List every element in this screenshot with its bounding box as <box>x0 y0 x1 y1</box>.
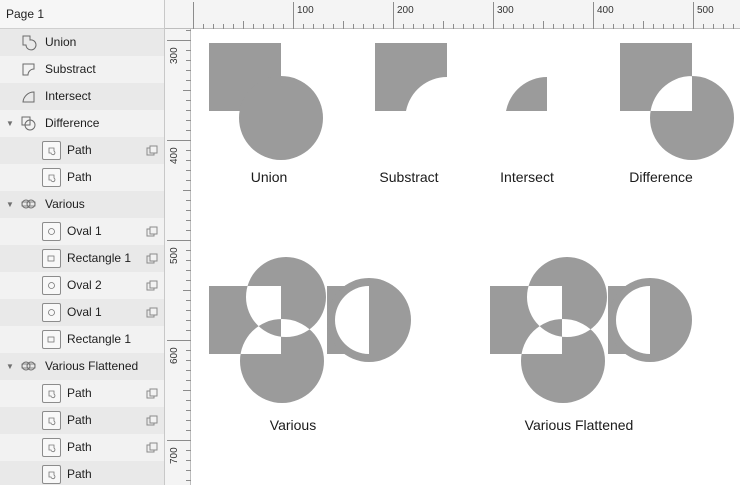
oval-thumbnail-icon <box>42 222 61 241</box>
layer-name: Various <box>45 197 85 211</box>
ruler-label: 400 <box>597 5 614 16</box>
layer-name: Oval 1 <box>67 224 102 238</box>
layer-row[interactable]: Oval 1 <box>0 218 164 245</box>
oval-thumbnail-icon <box>42 276 61 295</box>
layer-row[interactable]: Union <box>0 29 164 56</box>
ruler-label: 500 <box>697 5 714 16</box>
various-shape[interactable] <box>209 257 411 403</box>
layer-name: Various Flattened <box>45 359 139 373</box>
various-flattened-shape[interactable] <box>490 257 692 403</box>
layer-name: Oval 1 <box>67 305 102 319</box>
vertical-ruler[interactable]: 300 400 500 600 700 <box>165 29 191 485</box>
ruler-label: 200 <box>397 5 414 16</box>
layer-row[interactable]: ▼ Various <box>0 191 164 218</box>
layer-name: Substract <box>45 62 96 76</box>
horizontal-ruler-ticks: 100 200 300 400 500 <box>193 2 734 29</box>
layer-name: Path <box>67 440 92 454</box>
layer-row[interactable]: Path <box>0 380 164 407</box>
disclosure-triangle-icon[interactable]: ▼ <box>6 191 16 218</box>
path-thumbnail-icon <box>42 465 61 484</box>
layer-row[interactable]: Path <box>0 137 164 164</box>
difference-op-icon[interactable] <box>146 145 158 157</box>
combined-group-icon <box>20 358 37 375</box>
difference-shape[interactable] <box>620 43 734 160</box>
layer-row[interactable]: Path <box>0 434 164 461</box>
disclosure-triangle-icon[interactable]: ▼ <box>6 353 16 380</box>
union-shape[interactable] <box>209 43 323 160</box>
ruler-label: 400 <box>169 147 180 164</box>
path-thumbnail-icon <box>42 141 61 160</box>
layer-name: Path <box>67 386 92 400</box>
difference-group-icon <box>20 115 37 132</box>
layer-list: Union Substract Intersect ▼ Difference Path Pa… <box>0 29 164 485</box>
various-label: Various <box>270 417 316 433</box>
subtract-shape[interactable] <box>375 43 447 111</box>
layer-name: Difference <box>45 116 100 130</box>
rectangle-thumbnail-icon <box>42 330 61 349</box>
rectangle-thumbnail-icon <box>42 249 61 268</box>
path-thumbnail-icon <box>42 168 61 187</box>
path-thumbnail-icon <box>42 384 61 403</box>
layer-name: Path <box>67 467 92 481</box>
intersect-shape[interactable] <box>506 77 547 111</box>
layer-row[interactable]: Substract <box>0 56 164 83</box>
difference-op-icon[interactable] <box>146 415 158 427</box>
layer-row[interactable]: Path <box>0 164 164 191</box>
layer-row[interactable]: ▼ Various Flattened <box>0 353 164 380</box>
difference-op-icon[interactable] <box>146 442 158 454</box>
ruler-label: 600 <box>169 347 180 364</box>
layer-name: Path <box>67 170 92 184</box>
layer-row[interactable]: Path <box>0 461 164 485</box>
layer-name: Oval 2 <box>67 278 102 292</box>
difference-label: Difference <box>629 169 693 185</box>
ruler-label: 300 <box>497 5 514 16</box>
difference-op-icon[interactable] <box>146 226 158 238</box>
layer-name: Path <box>67 143 92 157</box>
intersect-label: Intersect <box>500 169 554 185</box>
ruler-label: 300 <box>169 47 180 64</box>
vertical-ruler-ticks: 300 400 500 600 700 <box>167 30 191 481</box>
page-selector[interactable]: Page 1 <box>0 0 164 29</box>
layer-row[interactable]: Rectangle 1 <box>0 326 164 353</box>
ruler-label: 700 <box>169 447 180 464</box>
layer-row[interactable]: Oval 2 <box>0 272 164 299</box>
layer-name: Intersect <box>45 89 92 103</box>
union-shape-icon <box>20 34 37 51</box>
subtract-shape-icon <box>20 61 37 78</box>
design-canvas[interactable]: Union Substract Intersect Difference Var… <box>191 30 740 485</box>
layer-name: Path <box>67 413 92 427</box>
union-label: Union <box>251 169 288 185</box>
layer-row[interactable]: Rectangle 1 <box>0 245 164 272</box>
difference-op-icon[interactable] <box>146 253 158 265</box>
page-title: Page 1 <box>6 7 45 21</box>
layer-row[interactable]: Oval 1 <box>0 299 164 326</box>
layer-name: Rectangle 1 <box>67 251 132 265</box>
canvas-artwork: Union Substract Intersect Difference Var… <box>209 43 734 433</box>
ruler-label: 100 <box>297 5 314 16</box>
path-thumbnail-icon <box>42 411 61 430</box>
horizontal-ruler[interactable]: 100 200 300 400 500 <box>165 0 740 29</box>
difference-op-icon[interactable] <box>146 388 158 400</box>
disclosure-triangle-icon[interactable]: ▼ <box>6 110 16 137</box>
layer-row[interactable]: ▼ Difference <box>0 110 164 137</box>
difference-op-icon[interactable] <box>146 307 158 319</box>
combined-group-icon <box>20 196 37 213</box>
path-thumbnail-icon <box>42 438 61 457</box>
layer-name: Union <box>45 35 77 49</box>
layer-name: Rectangle 1 <box>67 332 132 346</box>
intersect-shape-icon <box>20 88 37 105</box>
ruler-label: 500 <box>169 247 180 264</box>
various-flattened-label: Various Flattened <box>525 417 634 433</box>
layer-row[interactable]: Path <box>0 407 164 434</box>
layers-sidebar: Page 1 Union Substract Intersect ▼ Differenc… <box>0 0 165 485</box>
layer-row[interactable]: Intersect <box>0 83 164 110</box>
oval-thumbnail-icon <box>42 303 61 322</box>
difference-op-icon[interactable] <box>146 280 158 292</box>
subtract-label: Substract <box>379 169 438 185</box>
